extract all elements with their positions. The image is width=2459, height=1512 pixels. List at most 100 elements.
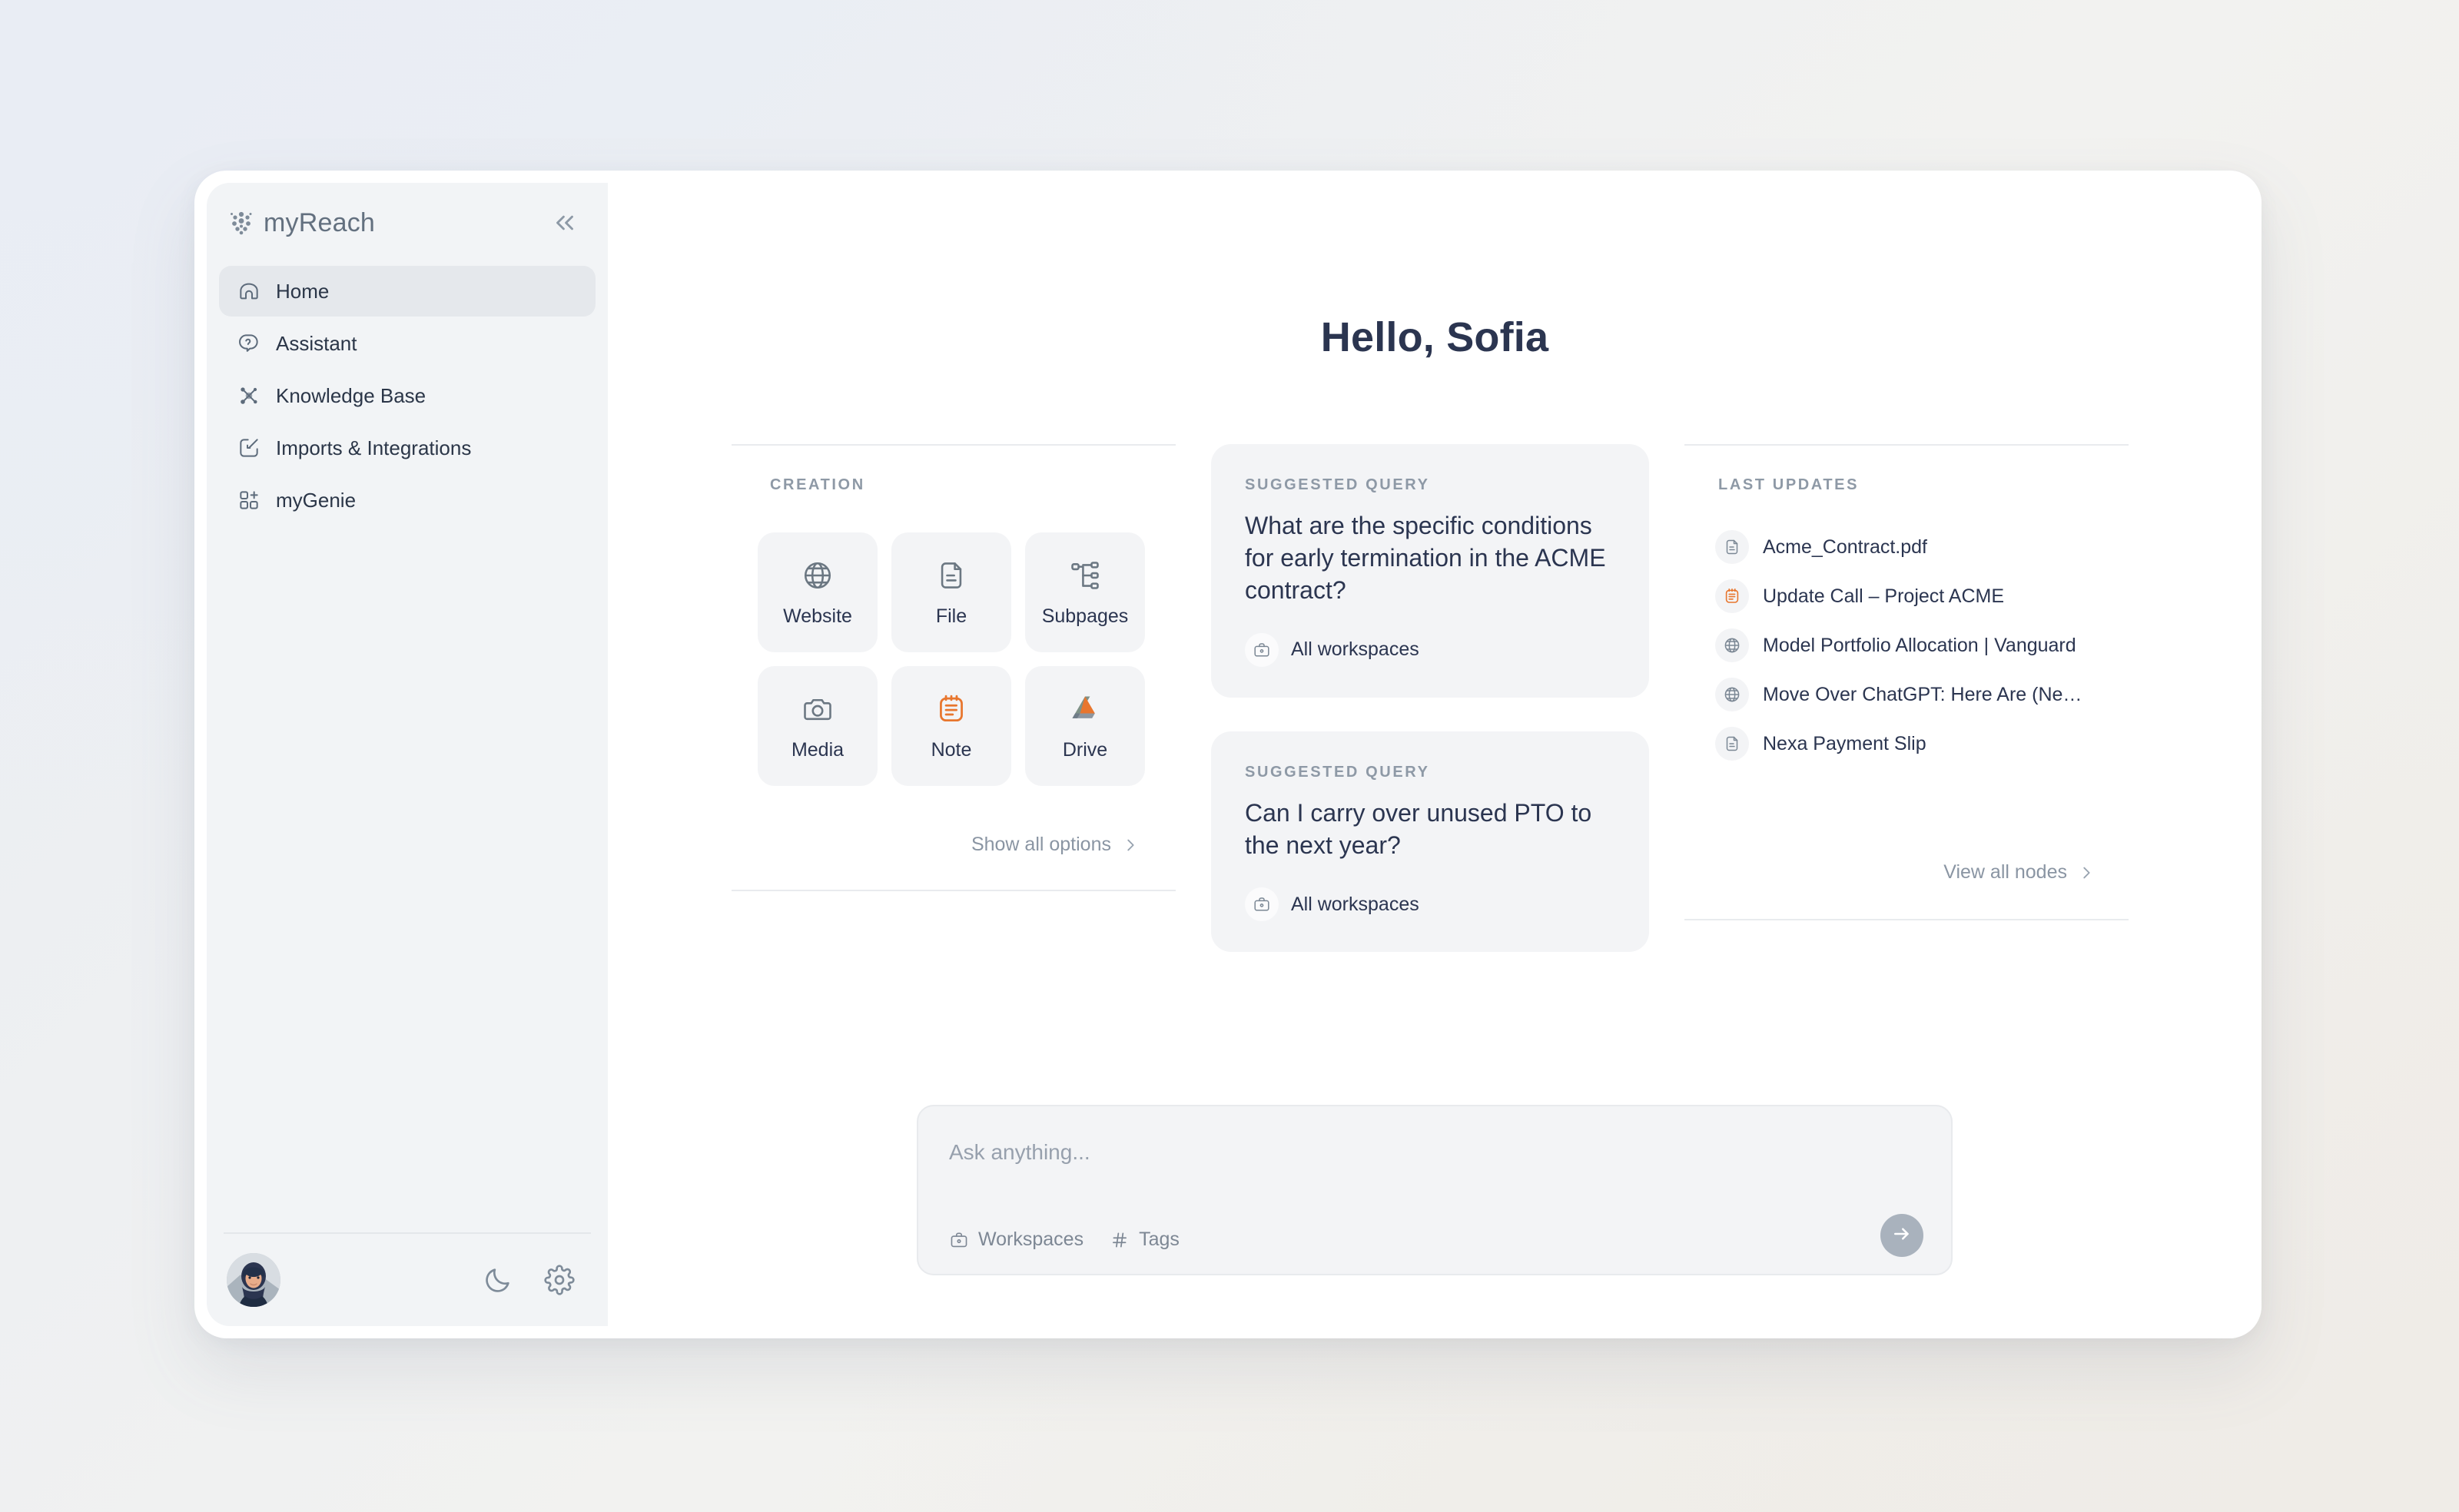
create-tile-media[interactable]: Media <box>758 666 878 786</box>
view-all-nodes-link[interactable]: View all nodes <box>1684 861 2095 884</box>
document-icon <box>934 558 969 593</box>
gear-icon[interactable] <box>542 1262 577 1298</box>
list-item[interactable]: Model Portfolio Allocation | Vanguard <box>1715 625 2129 666</box>
document-icon <box>1715 727 1749 761</box>
create-tile-website[interactable]: Website <box>758 532 878 652</box>
sidebar-nav: Home Assistant Knowledge Base Imports & … <box>207 263 608 526</box>
create-tile-label: File <box>935 605 967 627</box>
briefcase-icon <box>1245 632 1279 667</box>
workspace-scope-label: All workspaces <box>1291 638 1419 661</box>
footer-actions <box>480 1262 585 1298</box>
list-item-title: Model Portfolio Allocation | Vanguard <box>1763 634 2076 656</box>
list-item-title: Acme_Contract.pdf <box>1763 536 1927 558</box>
list-item-title: Move Over ChatGPT: Here Are (Ne… <box>1763 683 2082 705</box>
myreach-logo-icon <box>228 210 254 236</box>
chevrons-left-icon[interactable] <box>548 206 582 240</box>
composer[interactable]: Ask anything... Workspaces Tags <box>917 1105 1953 1275</box>
moon-icon[interactable] <box>480 1262 516 1298</box>
list-item[interactable]: Acme_Contract.pdf <box>1715 526 2129 568</box>
workspace-scope: All workspaces <box>1245 632 1615 667</box>
suggested-query-text: Can I carry over unused PTO to the next … <box>1245 798 1592 859</box>
create-tile-label: Media <box>791 738 845 761</box>
sidebar-item-label: Home <box>276 279 330 303</box>
list-item-title: Update Call – Project ACME <box>1763 585 2005 607</box>
list-item[interactable]: Update Call – Project ACME <box>1715 575 2129 617</box>
globe-icon <box>1715 678 1749 711</box>
sidebar-header: myReach <box>207 183 608 263</box>
sidebar: myReach Home Assistant Knowledge Base Im… <box>207 183 608 1326</box>
search-input[interactable]: Ask anything... <box>949 1140 1920 1165</box>
app-window: myReach Home Assistant Knowledge Base Im… <box>194 171 2262 1338</box>
camera-icon <box>800 691 835 727</box>
graph-nodes-icon <box>236 383 262 409</box>
show-all-options-link[interactable]: Show all options <box>732 834 1139 856</box>
last-updates-label: LAST UPDATES <box>1718 476 1860 493</box>
sidebar-item-knowledge-base[interactable]: Knowledge Base <box>219 370 596 421</box>
chat-assistant-icon <box>236 330 262 356</box>
suggested-query-label: SUGGESTED QUERY <box>1245 763 1430 781</box>
globe-icon <box>1715 628 1749 662</box>
last-updates-section: LAST UPDATES Acme_Contract.pdf Update Ca… <box>1684 444 2129 920</box>
sidebar-item-label: Knowledge Base <box>276 383 426 407</box>
list-item-title: Nexa Payment Slip <box>1763 732 1926 754</box>
create-tile-label: Drive <box>1062 738 1108 761</box>
note-icon <box>1715 579 1749 613</box>
create-tile-drive[interactable]: Drive <box>1025 666 1145 786</box>
create-tile-label: Website <box>783 605 852 627</box>
send-button[interactable] <box>1880 1214 1923 1257</box>
brand[interactable]: myReach <box>228 208 375 238</box>
chevron-right-icon <box>1122 837 1139 854</box>
create-tile-label: Subpages <box>1041 605 1129 627</box>
globe-icon <box>800 558 835 593</box>
home-icon <box>236 278 262 304</box>
briefcase-icon <box>1245 887 1279 922</box>
suggested-query-card[interactable]: SUGGESTED QUERY Can I carry over unused … <box>1211 731 1649 953</box>
sidebar-item-label: myGenie <box>276 488 357 512</box>
sidebar-footer <box>224 1232 591 1326</box>
page-title: Hello, Sofia <box>1320 314 1549 360</box>
create-tile-label: Note <box>931 738 972 761</box>
hash-icon <box>1110 1230 1130 1250</box>
import-arrow-icon <box>236 435 262 461</box>
avatar[interactable] <box>227 1253 280 1307</box>
brand-name: myReach <box>264 207 376 237</box>
sidebar-item-label: Assistant <box>276 331 357 355</box>
sidebar-item-mygenie[interactable]: myGenie <box>219 475 596 526</box>
creation-grid: Website File Subpages Media Note Drive <box>758 532 1176 786</box>
divider <box>1684 919 2129 920</box>
composer-actions: Workspaces Tags <box>949 1228 1180 1251</box>
view-all-nodes-label: View all nodes <box>1943 861 2067 883</box>
creation-section-label: CREATION <box>770 476 865 493</box>
suggested-query-card[interactable]: SUGGESTED QUERY What are the specific co… <box>1211 444 1649 698</box>
dashboard-columns: CREATION Website File Subpages Media Not… <box>732 444 2138 953</box>
note-icon <box>934 691 969 727</box>
workspace-scope: All workspaces <box>1245 887 1615 922</box>
main-content: Hello, Sofia CREATION Website File Subpa… <box>608 171 2262 1338</box>
google-drive-icon <box>1067 691 1103 727</box>
document-icon <box>1715 530 1749 564</box>
suggested-query-text: What are the specific conditions for ear… <box>1245 512 1606 605</box>
sidebar-item-imports-integrations[interactable]: Imports & Integrations <box>219 423 596 473</box>
divider <box>732 444 1176 446</box>
create-tile-subpages[interactable]: Subpages <box>1025 532 1145 652</box>
sidebar-item-assistant[interactable]: Assistant <box>219 318 596 369</box>
tags-filter-label: Tags <box>1139 1228 1180 1250</box>
creation-section: CREATION Website File Subpages Media Not… <box>732 444 1176 891</box>
chevron-right-icon <box>2078 864 2095 881</box>
briefcase-icon <box>949 1230 969 1250</box>
sidebar-item-home[interactable]: Home <box>219 266 596 317</box>
workspaces-filter-label: Workspaces <box>978 1228 1084 1250</box>
list-item[interactable]: Nexa Payment Slip <box>1715 723 2129 764</box>
list-item[interactable]: Move Over ChatGPT: Here Are (Ne… <box>1715 674 2129 715</box>
suggested-queries-section: SUGGESTED QUERY What are the specific co… <box>1211 444 1649 953</box>
add-blocks-icon <box>236 487 262 513</box>
workspace-scope-label: All workspaces <box>1291 893 1419 915</box>
sitemap-icon <box>1067 558 1103 593</box>
create-tile-file[interactable]: File <box>891 532 1011 652</box>
tags-filter-button[interactable]: Tags <box>1110 1228 1180 1251</box>
create-tile-note[interactable]: Note <box>891 666 1011 786</box>
suggested-query-label: SUGGESTED QUERY <box>1245 476 1430 493</box>
workspaces-filter-button[interactable]: Workspaces <box>949 1228 1083 1251</box>
divider <box>732 890 1176 891</box>
